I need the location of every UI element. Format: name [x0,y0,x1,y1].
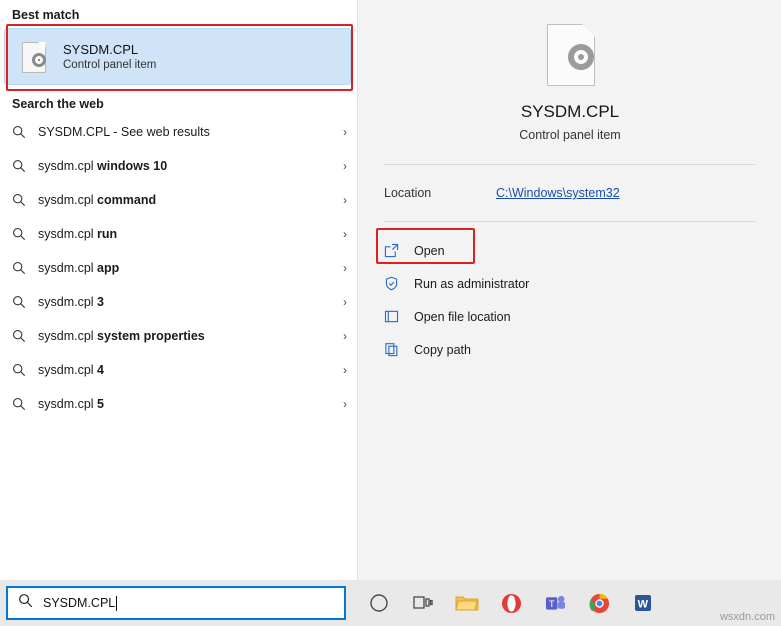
location-label: Location [384,186,432,200]
list-item[interactable]: sysdm.cpl run › [0,217,357,251]
best-match-title: SYSDM.CPL [63,41,139,57]
web-results-list: SYSDM.CPL - See web results › sysdm.cpl … [0,115,357,421]
text-caret [116,595,118,611]
action-label: Open file location [414,309,511,324]
action-run-as-administrator[interactable]: Run as administrator [358,267,781,300]
search-icon [12,261,38,275]
preview-pane: SYSDM.CPL Control panel item Location C:… [357,0,781,580]
action-open-file-location[interactable]: Open file location [358,300,781,333]
chevron-right-icon: › [343,193,347,207]
taskbar-icons: T W [357,580,781,626]
action-open[interactable]: Open [358,234,781,267]
location-link[interactable]: C:\Windows\system32 [496,186,620,200]
list-item-label: sysdm.cpl 4 [38,363,104,377]
chevron-right-icon: › [343,261,347,275]
open-icon [384,243,414,258]
microsoft-word-icon[interactable]: W [621,580,665,626]
google-chrome-icon[interactable] [577,580,621,626]
list-item[interactable]: sysdm.cpl system properties › [0,319,357,353]
list-item-label: sysdm.cpl 3 [38,295,104,309]
search-input-value: SYSDM.CPL [43,596,116,610]
list-item-label: sysdm.cpl app [38,261,120,275]
task-view-icon[interactable] [401,580,445,626]
list-item[interactable]: sysdm.cpl app › [0,251,357,285]
chevron-right-icon: › [343,125,347,139]
search-icon [12,397,38,411]
search-icon [12,125,38,139]
list-item-label: sysdm.cpl command [38,193,157,207]
svg-text:T: T [548,599,554,610]
best-match-header: Best match [12,8,80,22]
list-item[interactable]: sysdm.cpl 3 › [0,285,357,319]
copy-icon [384,342,414,357]
best-match-container: SYSDM.CPL Control panel item [4,24,353,91]
list-item[interactable]: sysdm.cpl windows 10 › [0,149,357,183]
search-icon [12,159,38,173]
list-item-label: sysdm.cpl 5 [38,397,104,411]
list-item[interactable]: SYSDM.CPL - See web results › [0,115,357,149]
file-explorer-icon[interactable] [445,580,489,626]
svg-text:W: W [638,599,649,611]
search-icon [12,363,38,377]
search-icon [12,295,38,309]
list-item-label: sysdm.cpl windows 10 [38,159,168,173]
search-icon [18,593,33,613]
action-label: Copy path [414,342,471,357]
preview-title: SYSDM.CPL [520,102,620,121]
best-match-subtitle: Control panel item [63,58,157,71]
best-match-result[interactable]: SYSDM.CPL Control panel item [4,28,351,85]
watermark: wsxdn.com [719,611,775,623]
list-item-label: sysdm.cpl system properties [38,329,205,343]
divider [384,221,756,222]
microsoft-teams-icon[interactable]: T [533,580,577,626]
list-item[interactable]: sysdm.cpl 5 › [0,387,357,421]
chevron-right-icon: › [343,159,347,173]
control-panel-file-icon [17,40,51,74]
shield-icon [384,276,414,291]
action-label: Open [414,243,445,258]
cortana-icon[interactable] [357,580,401,626]
location-row: Location C:\Windows\system32 [358,165,781,221]
search-icon [12,227,38,241]
folder-open-icon [384,309,414,324]
chevron-right-icon: › [343,363,347,377]
list-item[interactable]: sysdm.cpl 4 › [0,353,357,387]
search-icon [12,193,38,207]
search-results-screen: Best match SYSDM.CPL Control panel item … [0,0,781,626]
actions-list: Open Run as administrator Open file loca… [358,228,781,366]
control-panel-file-icon-large [539,24,601,86]
preview-subtitle: Control panel item [519,128,621,142]
chevron-right-icon: › [343,329,347,343]
list-item[interactable]: sysdm.cpl command › [0,183,357,217]
action-label: Run as administrator [414,276,530,291]
search-icon [12,329,38,343]
chevron-right-icon: › [343,397,347,411]
chevron-right-icon: › [343,227,347,241]
chevron-right-icon: › [343,295,347,309]
search-input[interactable]: SYSDM.CPL [6,586,346,620]
search-the-web-header: Search the web [12,97,104,111]
preview-header: SYSDM.CPL Control panel item [358,0,781,142]
list-item-label: SYSDM.CPL - See web results [38,125,210,139]
opera-icon[interactable] [489,580,533,626]
list-item-label: sysdm.cpl run [38,227,118,241]
search-results-pane: Best match SYSDM.CPL Control panel item … [0,0,357,580]
action-copy-path[interactable]: Copy path [358,333,781,366]
